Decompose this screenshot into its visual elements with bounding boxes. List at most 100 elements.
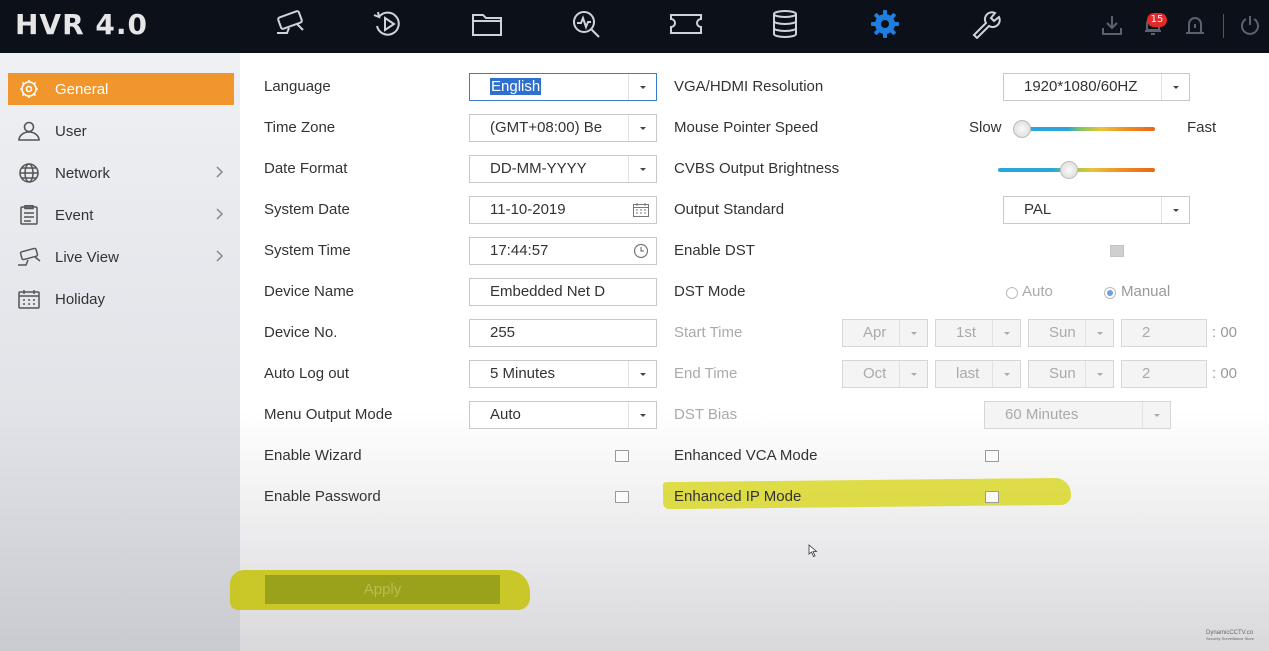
dst-bias-select[interactable]: 60 Minutes bbox=[984, 401, 1171, 429]
start-week-select[interactable]: 1st bbox=[935, 319, 1021, 347]
time-zone-select[interactable]: (GMT+08:00) Be bbox=[469, 114, 657, 142]
main-panel bbox=[240, 53, 1269, 651]
end-week-select[interactable]: last bbox=[935, 360, 1021, 388]
user-icon bbox=[14, 120, 44, 142]
enable-password-label: Enable Password bbox=[264, 488, 381, 505]
dst-mode-auto-label: Auto bbox=[1022, 283, 1053, 300]
end-month-value: Oct bbox=[863, 365, 887, 382]
system-time-input[interactable]: 17:44:57 bbox=[469, 237, 657, 265]
enable-password-checkbox[interactable] bbox=[615, 491, 629, 503]
sidebar-item-label: Event bbox=[55, 206, 94, 224]
system-time-label: System Time bbox=[264, 242, 351, 259]
sidebar-item-general[interactable]: General bbox=[8, 73, 234, 105]
time-zone-value: (GMT+08:00) Be bbox=[490, 119, 603, 136]
menu-output-mode-select[interactable]: Auto bbox=[469, 401, 657, 429]
camera-icon[interactable] bbox=[268, 6, 312, 42]
language-label: Language bbox=[264, 78, 331, 95]
enable-dst-label: Enable DST bbox=[674, 242, 755, 259]
start-week-value: 1st bbox=[956, 324, 977, 341]
search-icon[interactable] bbox=[564, 6, 608, 42]
sidebar-item-live-view[interactable]: Live View bbox=[8, 241, 234, 273]
device-name-input[interactable]: Embedded Net D bbox=[469, 278, 657, 306]
clipboard-icon bbox=[14, 204, 44, 226]
chevron-right-icon bbox=[216, 166, 224, 178]
device-no-label: Device No. bbox=[264, 324, 338, 341]
camera-icon bbox=[14, 246, 44, 268]
download-icon[interactable] bbox=[1099, 12, 1125, 38]
start-day-select[interactable]: Sun bbox=[1028, 319, 1114, 347]
sidebar: General User Network Event Live View Hol… bbox=[0, 53, 240, 651]
chevron-right-icon bbox=[216, 250, 224, 262]
sidebar-item-event[interactable]: Event bbox=[8, 199, 234, 231]
output-standard-select[interactable]: PAL bbox=[1003, 196, 1190, 224]
sidebar-item-label: User bbox=[55, 122, 87, 140]
system-date-input[interactable]: 11-10-2019 bbox=[469, 196, 657, 224]
calendar-icon bbox=[14, 288, 44, 310]
mouse-speed-handle[interactable] bbox=[1013, 120, 1031, 138]
alarm-light-icon[interactable] bbox=[1182, 12, 1208, 38]
video-card-icon[interactable] bbox=[664, 6, 708, 42]
end-day-value: Sun bbox=[1049, 365, 1076, 382]
end-time-label: End Time bbox=[674, 365, 738, 382]
start-time-label: Start Time bbox=[674, 324, 743, 341]
resolution-value: 1920*1080/60HZ bbox=[1024, 78, 1138, 95]
date-format-select[interactable]: DD-MM-YYYY bbox=[469, 155, 657, 183]
enhanced-vca-checkbox[interactable] bbox=[985, 450, 999, 462]
enhanced-ip-checkbox[interactable] bbox=[985, 491, 999, 503]
chevron-down-icon bbox=[899, 361, 927, 387]
end-day-select[interactable]: Sun bbox=[1028, 360, 1114, 388]
dst-mode-label: DST Mode bbox=[674, 283, 746, 300]
folder-icon[interactable] bbox=[465, 6, 509, 42]
mouse-speed-label: Mouse Pointer Speed bbox=[674, 119, 819, 136]
system-time-value: 17:44:57 bbox=[490, 242, 549, 259]
sidebar-item-holiday[interactable]: Holiday bbox=[8, 283, 234, 315]
start-month-select[interactable]: Apr bbox=[842, 319, 928, 347]
auto-logout-select[interactable]: 5 Minutes bbox=[469, 360, 657, 388]
calendar-icon[interactable] bbox=[632, 202, 650, 218]
end-hour-input[interactable]: 2 bbox=[1121, 360, 1207, 388]
sidebar-item-user[interactable]: User bbox=[8, 115, 234, 147]
cvbs-brightness-handle[interactable] bbox=[1060, 161, 1078, 179]
sidebar-item-network[interactable]: Network bbox=[8, 157, 234, 189]
sidebar-item-label: Live View bbox=[55, 248, 119, 266]
chevron-down-icon bbox=[1161, 197, 1189, 223]
mouse-speed-slider[interactable] bbox=[1021, 127, 1155, 131]
mouse-speed-min-label: Slow bbox=[969, 119, 1002, 136]
mouse-cursor-icon bbox=[808, 544, 818, 558]
date-format-value: DD-MM-YYYY bbox=[490, 160, 587, 177]
power-icon[interactable] bbox=[1237, 12, 1263, 38]
chevron-down-icon bbox=[628, 361, 656, 387]
chevron-right-icon bbox=[216, 208, 224, 220]
enable-dst-checkbox[interactable] bbox=[1110, 245, 1124, 257]
device-no-value: 255 bbox=[490, 324, 516, 341]
language-value: English bbox=[490, 78, 542, 95]
watermark: DynamicCCTV.co Security Surveillance Sto… bbox=[1206, 630, 1254, 642]
chevron-down-icon bbox=[628, 74, 656, 100]
clock-icon[interactable] bbox=[632, 243, 650, 259]
wrench-icon[interactable] bbox=[963, 6, 1007, 42]
resolution-select[interactable]: 1920*1080/60HZ bbox=[1003, 73, 1190, 101]
enable-wizard-checkbox[interactable] bbox=[615, 450, 629, 462]
storage-icon[interactable] bbox=[763, 6, 807, 42]
app-logo: HVR 4.0 bbox=[15, 8, 149, 41]
gear-icon[interactable] bbox=[863, 6, 907, 42]
chevron-down-icon bbox=[1142, 402, 1170, 428]
device-no-input[interactable]: 255 bbox=[469, 319, 657, 347]
language-select[interactable]: English bbox=[469, 73, 657, 101]
device-name-label: Device Name bbox=[264, 283, 355, 300]
chevron-down-icon bbox=[628, 156, 656, 182]
toolbar-divider bbox=[1223, 14, 1224, 38]
top-bar: HVR 4.0 15 bbox=[0, 0, 1269, 53]
menu-output-mode-label: Menu Output Mode bbox=[264, 406, 393, 423]
output-standard-value: PAL bbox=[1024, 201, 1052, 218]
dst-mode-manual-label: Manual bbox=[1121, 283, 1171, 300]
playback-icon[interactable] bbox=[366, 6, 410, 42]
dst-mode-manual-radio[interactable] bbox=[1104, 287, 1116, 299]
sidebar-item-label: General bbox=[55, 80, 109, 98]
chevron-down-icon bbox=[628, 115, 656, 141]
chevron-down-icon bbox=[899, 320, 927, 346]
dst-mode-auto-radio[interactable] bbox=[1006, 287, 1018, 299]
apply-button[interactable]: Apply bbox=[265, 575, 500, 604]
end-month-select[interactable]: Oct bbox=[842, 360, 928, 388]
start-hour-input[interactable]: 2 bbox=[1121, 319, 1207, 347]
